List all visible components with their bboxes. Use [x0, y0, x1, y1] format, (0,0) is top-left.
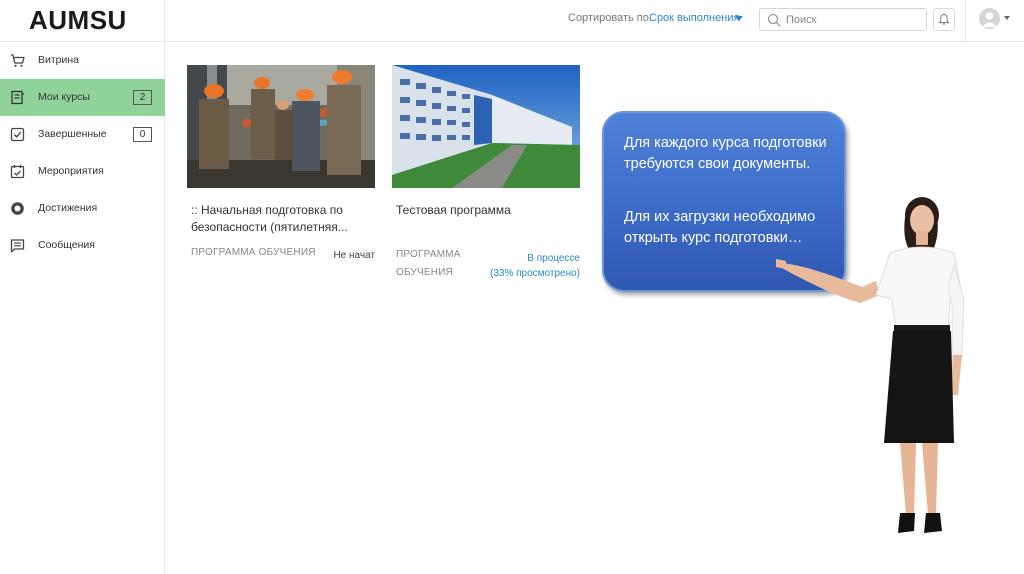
presenter-figure [776, 197, 965, 533]
status-text: В процессе [527, 253, 580, 264]
sidebar: Витрина Мои курсы 2 Завершенные 0 Меропр… [0, 42, 165, 574]
sidebar-item-messages[interactable]: Сообщения [0, 227, 165, 264]
search-icon [767, 13, 781, 27]
sidebar-item-label: Мои курсы [38, 91, 90, 103]
award-icon [11, 202, 24, 215]
book-icon [11, 90, 24, 105]
cart-icon [11, 54, 25, 67]
logo-area: AUMSU [0, 0, 165, 42]
count-badge: 2 [133, 90, 152, 105]
bell-icon [938, 13, 950, 25]
sidebar-item-label: Завершенные [38, 128, 107, 140]
course-type: ПРОГРАММА ОБУЧЕНИЯ [191, 247, 316, 258]
app-logo[interactable]: AUMSU [29, 5, 127, 36]
search-box[interactable] [759, 8, 927, 31]
top-header: AUMSU Сортировать по: Срок выполнения [0, 0, 1024, 42]
chevron-down-icon[interactable] [735, 16, 743, 21]
progress-text: (33% просмотрено) [490, 268, 580, 279]
course-type: ПРОГРАММА ОБУЧЕНИЯ [396, 249, 461, 278]
sidebar-item-events[interactable]: Мероприятия [0, 153, 165, 190]
search-input[interactable] [786, 12, 922, 27]
avatar[interactable] [979, 8, 1000, 29]
message-icon [10, 239, 25, 253]
course-image-building[interactable] [392, 65, 580, 188]
check-square-icon [10, 127, 25, 142]
sidebar-item-label: Сообщения [38, 239, 95, 251]
chevron-down-icon[interactable] [1004, 16, 1010, 20]
callout-text: Для каждого курса подготовки требуются с… [624, 135, 827, 172]
sidebar-item-showcase[interactable]: Витрина [0, 42, 165, 79]
sidebar-item-label: Витрина [38, 54, 80, 66]
course-title[interactable]: Тестовая программа [396, 202, 576, 219]
sidebar-item-achievements[interactable]: Достижения [0, 190, 165, 227]
user-icon [982, 12, 997, 27]
status-badge: Не начат [333, 250, 375, 261]
calendar-icon [10, 165, 25, 179]
sort-dropdown[interactable]: Срок выполнения [649, 12, 739, 24]
course-title[interactable]: :: Начальная подготовка по безопасности … [191, 202, 371, 235]
notifications-button[interactable] [933, 8, 955, 31]
sidebar-item-label: Мероприятия [38, 165, 104, 177]
course-image-workers[interactable] [187, 65, 375, 188]
sidebar-item-label: Достижения [38, 202, 98, 214]
status-badge: В процессе (33% просмотрено) [490, 251, 580, 281]
count-badge: 0 [133, 127, 152, 142]
sidebar-item-completed[interactable]: Завершенные 0 [0, 116, 165, 153]
sort-label: Сортировать по: [568, 12, 652, 24]
sidebar-item-my-courses[interactable]: Мои курсы 2 [0, 79, 165, 116]
header-divider [965, 0, 966, 42]
